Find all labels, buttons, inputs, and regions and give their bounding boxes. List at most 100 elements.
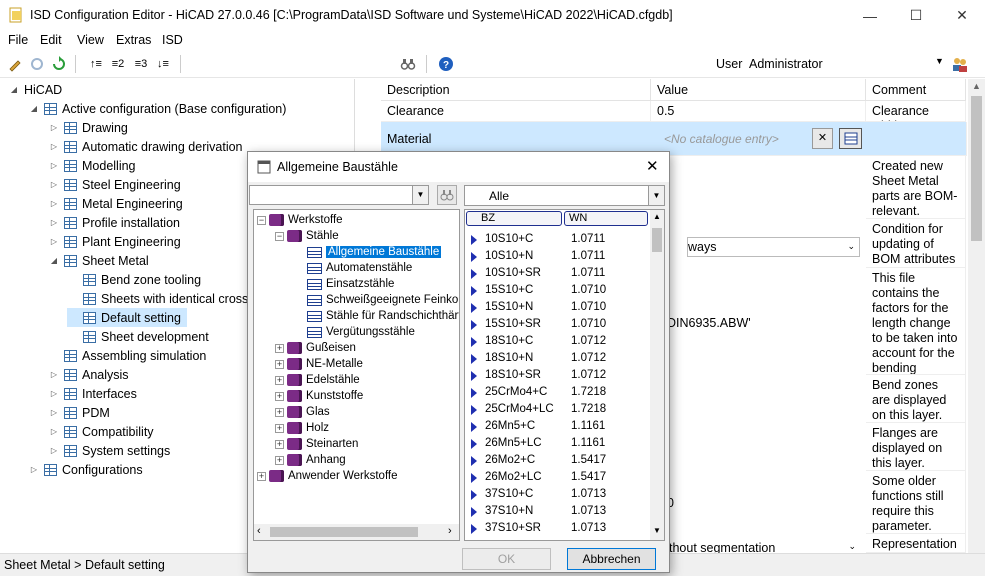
tree-item-sheet3[interactable]: Sheet development [67, 327, 215, 346]
tree-item-item2[interactable]: ▷ Modelling [48, 156, 142, 175]
expand-icon[interactable]: ▷ [48, 161, 60, 170]
material-row[interactable]: 25CrMo4+LC 1.7218 [465, 401, 651, 418]
catalogue-icon[interactable] [839, 128, 862, 149]
clear-icon[interactable]: ✕ [812, 128, 833, 149]
material-group-1[interactable]: + NE-Metalle [275, 356, 363, 372]
tree-anwender-werkstoffe[interactable]: + Anwender Werkstoffe [257, 468, 398, 484]
expand-icon[interactable]: + [275, 407, 284, 417]
scroll-left-icon[interactable]: ‹ [257, 525, 261, 537]
material-group-7[interactable]: + Anhang [275, 452, 346, 468]
user-value[interactable]: Administrator [749, 57, 823, 71]
expand-icon[interactable]: ▷ [48, 389, 60, 398]
menu-isd[interactable]: ISD [162, 33, 183, 47]
tree-item-after1[interactable]: ▷ Analysis [48, 365, 135, 384]
undo-icon[interactable] [27, 54, 47, 74]
expand-icon[interactable]: + [275, 423, 284, 433]
help-icon[interactable]: ? [436, 54, 456, 74]
collapse-icon[interactable]: ◢ [48, 256, 60, 265]
material-row[interactable]: 26Mn5+LC 1.1161 [465, 435, 651, 452]
steel-group-2[interactable]: Einsatzstähle [307, 276, 394, 292]
steel-group-5[interactable]: Vergütungsstähle [307, 324, 415, 340]
expand-icon[interactable]: + [275, 455, 284, 465]
material-row[interactable]: 10S10+SR 1.0711 [465, 265, 651, 282]
bom-update-select[interactable]: ways ⌄ [687, 237, 860, 257]
expand-icon[interactable]: ▷ [48, 370, 60, 379]
collapse-icon[interactable]: − [275, 231, 284, 241]
menu-view[interactable]: View [77, 33, 104, 47]
header-comment[interactable]: Comment [866, 79, 966, 101]
tree-item-sheet0[interactable]: Bend zone tooling [67, 270, 207, 289]
ok-button[interactable]: OK [462, 548, 551, 570]
sort-up-icon[interactable]: ↑≡ [86, 54, 106, 74]
steel-group-4[interactable]: Stähle für Randschichthärtung [307, 308, 459, 324]
tree-item-after3[interactable]: ▷ PDM [48, 403, 116, 422]
material-row[interactable]: 10S10+C 1.0711 [465, 231, 651, 248]
tree-werkstoffe[interactable]: − Werkstoffe [257, 212, 343, 228]
material-group-2[interactable]: + Edelstähle [275, 372, 360, 388]
menu-extras[interactable]: Extras [116, 33, 151, 47]
collapse-icon[interactable]: − [257, 215, 266, 225]
tree-item-item7[interactable]: ◢ Sheet Metal [48, 251, 155, 270]
expand-icon[interactable]: ▷ [48, 199, 60, 208]
tree-item-item5[interactable]: ▷ Profile installation [48, 213, 186, 232]
header-value[interactable]: Value [651, 79, 866, 101]
material-row[interactable]: 26Mo2+C 1.5417 [465, 452, 651, 469]
tree-item-after0[interactable]: Assembling simulation [48, 346, 212, 365]
header-bz[interactable]: BZ [466, 211, 562, 226]
steel-group-1[interactable]: Automatenstähle [307, 260, 412, 276]
expand-icon[interactable]: + [275, 343, 284, 353]
tree-item-after5[interactable]: ▷ System settings [48, 441, 176, 460]
tree-item-after2[interactable]: ▷ Interfaces [48, 384, 143, 403]
material-row[interactable]: 15S10+N 1.0710 [465, 299, 651, 316]
filter-select[interactable]: Alle ▼ [464, 185, 665, 206]
expand-icon[interactable]: ▷ [48, 446, 60, 455]
collapse-icon[interactable]: ◢ [28, 104, 40, 113]
users-icon[interactable] [950, 54, 970, 74]
tree-item-sheet2[interactable]: Default setting [67, 308, 187, 327]
material-row[interactable]: 25CrMo4+C 1.7218 [465, 384, 651, 401]
material-group-3[interactable]: + Kunststoffe [275, 388, 363, 404]
header-wn[interactable]: WN [564, 211, 648, 226]
scroll-up-icon[interactable]: ▲ [972, 81, 981, 91]
material-row[interactable]: 18S10+C 1.0712 [465, 333, 651, 350]
tree-hscrollbar[interactable]: ‹ › [254, 524, 459, 540]
close-button[interactable]: ✕ [939, 0, 985, 31]
steel-group-3[interactable]: Schweißgeeignete Feinkornbaustähle [307, 292, 459, 308]
material-row[interactable]: 15S10+SR 1.0710 [465, 316, 651, 333]
expand-icon[interactable]: ▷ [48, 142, 60, 151]
expand-icon[interactable]: + [275, 439, 284, 449]
expand-icon[interactable]: ▷ [28, 465, 40, 474]
binoculars-icon[interactable] [398, 54, 418, 74]
tree-item-item3[interactable]: ▷ Steel Engineering [48, 175, 187, 194]
expand-icon[interactable]: + [257, 471, 266, 481]
list-scrollbar[interactable]: ▲ ▼ [650, 210, 664, 540]
expand-icon[interactable]: ▷ [48, 123, 60, 132]
tree-item-item0[interactable]: ▷ Drawing [48, 118, 134, 137]
cancel-button[interactable]: Abbrechen [567, 548, 656, 570]
value-clearance[interactable]: 0.5 [651, 101, 866, 122]
minimize-button[interactable]: — [847, 0, 893, 31]
tree-item-item6[interactable]: ▷ Plant Engineering [48, 232, 187, 251]
menu-file[interactable]: File [8, 33, 28, 47]
material-group-4[interactable]: + Glas [275, 404, 330, 420]
material-row[interactable]: 37S10+C 1.0713 [465, 486, 651, 503]
expand-icon[interactable]: + [275, 391, 284, 401]
material-group-5[interactable]: + Holz [275, 420, 329, 436]
material-group-6[interactable]: + Steinarten [275, 436, 358, 452]
tree-staehle[interactable]: − Stähle [275, 228, 339, 244]
pencil-icon[interactable] [5, 54, 25, 74]
tree-active-config[interactable]: ◢ Active configuration (Base configurati… [28, 99, 287, 118]
scroll-right-icon[interactable]: › [448, 525, 452, 537]
expand-icon[interactable]: ▷ [48, 237, 60, 246]
scroll-down-icon[interactable]: ▼ [653, 526, 661, 535]
material-group-0[interactable]: + Gußeisen [275, 340, 356, 356]
expand-icon[interactable]: ▷ [48, 218, 60, 227]
chevron-down-icon[interactable]: ▼ [648, 186, 664, 205]
material-row[interactable]: 10S10+N 1.0711 [465, 248, 651, 265]
maximize-button[interactable]: ☐ [893, 0, 939, 31]
tree-root[interactable]: ◢ HiCAD [8, 80, 62, 99]
header-description[interactable]: Description [381, 79, 651, 101]
steel-group-0[interactable]: Allgemeine Baustähle [307, 244, 442, 260]
material-row[interactable]: 15S10+C 1.0710 [465, 282, 651, 299]
expand-icon[interactable]: ▷ [48, 408, 60, 417]
